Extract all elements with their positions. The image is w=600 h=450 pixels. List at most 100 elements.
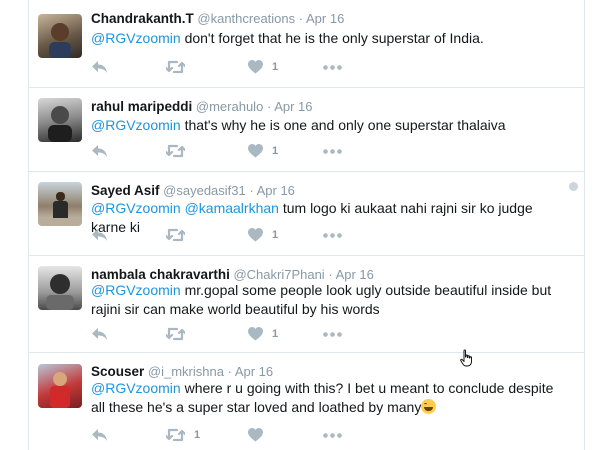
retweet-icon xyxy=(166,144,185,158)
like-button[interactable]: 1 xyxy=(248,141,278,161)
reply-icon xyxy=(92,429,107,441)
like-count: 1 xyxy=(272,328,279,340)
tweet-text: @RGVzoomin where r u going with this? I … xyxy=(91,379,561,417)
tweet-text-content: that's why he is one and only one supers… xyxy=(180,117,506,133)
reply-icon xyxy=(92,145,107,157)
separator-dot: · xyxy=(227,364,232,379)
reply-button[interactable] xyxy=(91,324,108,344)
like-button[interactable]: 1 xyxy=(248,57,278,77)
like-button[interactable]: 1 xyxy=(248,225,278,245)
mention-link[interactable]: @RGVzoomin xyxy=(91,117,181,133)
retweet-icon xyxy=(166,428,185,442)
tweet-timestamp[interactable]: Apr 16 xyxy=(274,99,312,114)
display-name[interactable]: nambala chakravarthi xyxy=(91,267,230,282)
reply-button[interactable] xyxy=(91,225,108,245)
separator-dot: · xyxy=(249,183,254,198)
separator-dot: · xyxy=(328,267,333,282)
like-count: 1 xyxy=(272,229,279,241)
more-dots-icon xyxy=(323,232,342,238)
mention-link[interactable]: @RGVzoomin xyxy=(91,200,181,216)
more-button[interactable] xyxy=(323,141,342,161)
retweet-button[interactable]: 1 xyxy=(166,425,200,445)
retweet-button[interactable] xyxy=(166,324,194,344)
retweet-icon xyxy=(166,327,185,341)
more-button[interactable] xyxy=(323,225,342,245)
user-handle[interactable]: @merahulo xyxy=(196,99,263,114)
panel-right-border xyxy=(584,0,585,450)
reply-button[interactable] xyxy=(91,57,108,77)
tweet-actions: 1 xyxy=(91,141,391,161)
more-dots-icon xyxy=(323,331,342,337)
hand-cursor-icon xyxy=(460,349,472,367)
user-handle[interactable]: @kanthcreations xyxy=(197,11,295,26)
tweet-item[interactable]: Chandrakanth.T @kanthcreations · Apr 16 … xyxy=(29,0,584,88)
reply-button[interactable] xyxy=(91,425,108,445)
heart-icon xyxy=(248,327,263,341)
grinning-face-emoji xyxy=(421,399,437,414)
display-name[interactable]: Sayed Asif xyxy=(91,183,160,198)
heart-icon xyxy=(248,228,263,242)
user-handle[interactable]: @Chakri7Phani xyxy=(233,267,324,282)
like-button[interactable]: 1 xyxy=(248,324,278,344)
mention-link[interactable]: @RGVzoomin xyxy=(91,380,181,396)
retweet-button[interactable] xyxy=(166,57,194,77)
heart-icon xyxy=(248,428,263,442)
tweet-item[interactable]: Scouser @i_mkrishna · Apr 16 @RGVzoomin … xyxy=(29,353,584,450)
like-count: 1 xyxy=(272,61,279,73)
like-count: 1 xyxy=(272,145,279,157)
tweet-text: @RGVzoomin that's why he is one and only… xyxy=(91,116,571,135)
avatar[interactable] xyxy=(38,182,82,226)
mention-link[interactable]: @RGVzoomin xyxy=(91,30,181,46)
tweet-text: @RGVzoomin mr.gopal some people look ugl… xyxy=(91,281,576,319)
more-button[interactable] xyxy=(323,425,342,445)
display-name[interactable]: rahul maripeddi xyxy=(91,99,192,114)
more-dots-icon xyxy=(323,148,342,154)
heart-icon xyxy=(248,60,263,74)
tweet-actions: 1 xyxy=(91,225,391,245)
tweet-timestamp[interactable]: Apr 16 xyxy=(235,364,273,379)
reply-button[interactable] xyxy=(91,141,108,161)
avatar[interactable] xyxy=(38,266,82,310)
retweet-icon xyxy=(166,228,185,242)
retweet-button[interactable] xyxy=(166,141,194,161)
tweet-header: nambala chakravarthi @Chakri7Phani · Apr… xyxy=(91,267,374,282)
more-button[interactable] xyxy=(323,57,342,77)
tweet-text: @RGVzoomin don't forget that he is the o… xyxy=(91,29,571,48)
tweet-item[interactable]: rahul maripeddi @merahulo · Apr 16 @RGVz… xyxy=(29,88,584,172)
avatar[interactable] xyxy=(38,364,82,408)
display-name[interactable]: Chandrakanth.T xyxy=(91,11,194,26)
retweet-button[interactable] xyxy=(166,225,194,245)
tweet-actions: 1 xyxy=(91,425,391,445)
tweet-timestamp[interactable]: Apr 16 xyxy=(257,183,295,198)
separator-dot: · xyxy=(298,11,304,26)
mention-link[interactable]: @kamaalrkhan xyxy=(185,200,279,216)
tweet-header: Chandrakanth.T @kanthcreations · Apr 16 xyxy=(91,11,344,26)
tweet-actions: 1 xyxy=(91,324,391,344)
reply-icon xyxy=(92,61,107,73)
tweet-text-content: don't forget that he is the only superst… xyxy=(180,30,484,46)
reply-icon xyxy=(92,229,107,241)
tweet-timestamp[interactable]: Apr 16 xyxy=(306,11,344,26)
tweet-item[interactable]: nambala chakravarthi @Chakri7Phani · Apr… xyxy=(29,256,584,353)
retweet-count: 1 xyxy=(194,429,201,441)
user-handle[interactable]: @sayedasif31 xyxy=(163,183,246,198)
avatar[interactable] xyxy=(38,14,82,58)
user-handle[interactable]: @i_mkrishna xyxy=(148,364,224,379)
retweet-icon xyxy=(166,60,185,74)
tweet-item[interactable]: Sayed Asif @sayedasif31 · Apr 16 @RGVzoo… xyxy=(29,172,584,256)
like-button[interactable] xyxy=(248,425,272,445)
avatar[interactable] xyxy=(38,98,82,142)
display-name[interactable]: Scouser xyxy=(91,364,144,379)
tweet-header: Sayed Asif @sayedasif31 · Apr 16 xyxy=(91,183,295,198)
tweet-header: Scouser @i_mkrishna · Apr 16 xyxy=(91,364,273,379)
tweet-options-icon[interactable] xyxy=(569,182,578,191)
mention-link[interactable]: @RGVzoomin xyxy=(91,282,181,298)
separator-dot: · xyxy=(266,99,272,114)
heart-icon xyxy=(248,144,263,158)
tweet-timestamp[interactable]: Apr 16 xyxy=(336,267,374,282)
tweet-replies-panel: Chandrakanth.T @kanthcreations · Apr 16 … xyxy=(0,0,600,450)
more-dots-icon xyxy=(323,64,342,70)
tweet-actions: 1 xyxy=(91,57,391,77)
tweet-header: rahul maripeddi @merahulo · Apr 16 xyxy=(91,99,313,114)
more-button[interactable] xyxy=(323,324,342,344)
